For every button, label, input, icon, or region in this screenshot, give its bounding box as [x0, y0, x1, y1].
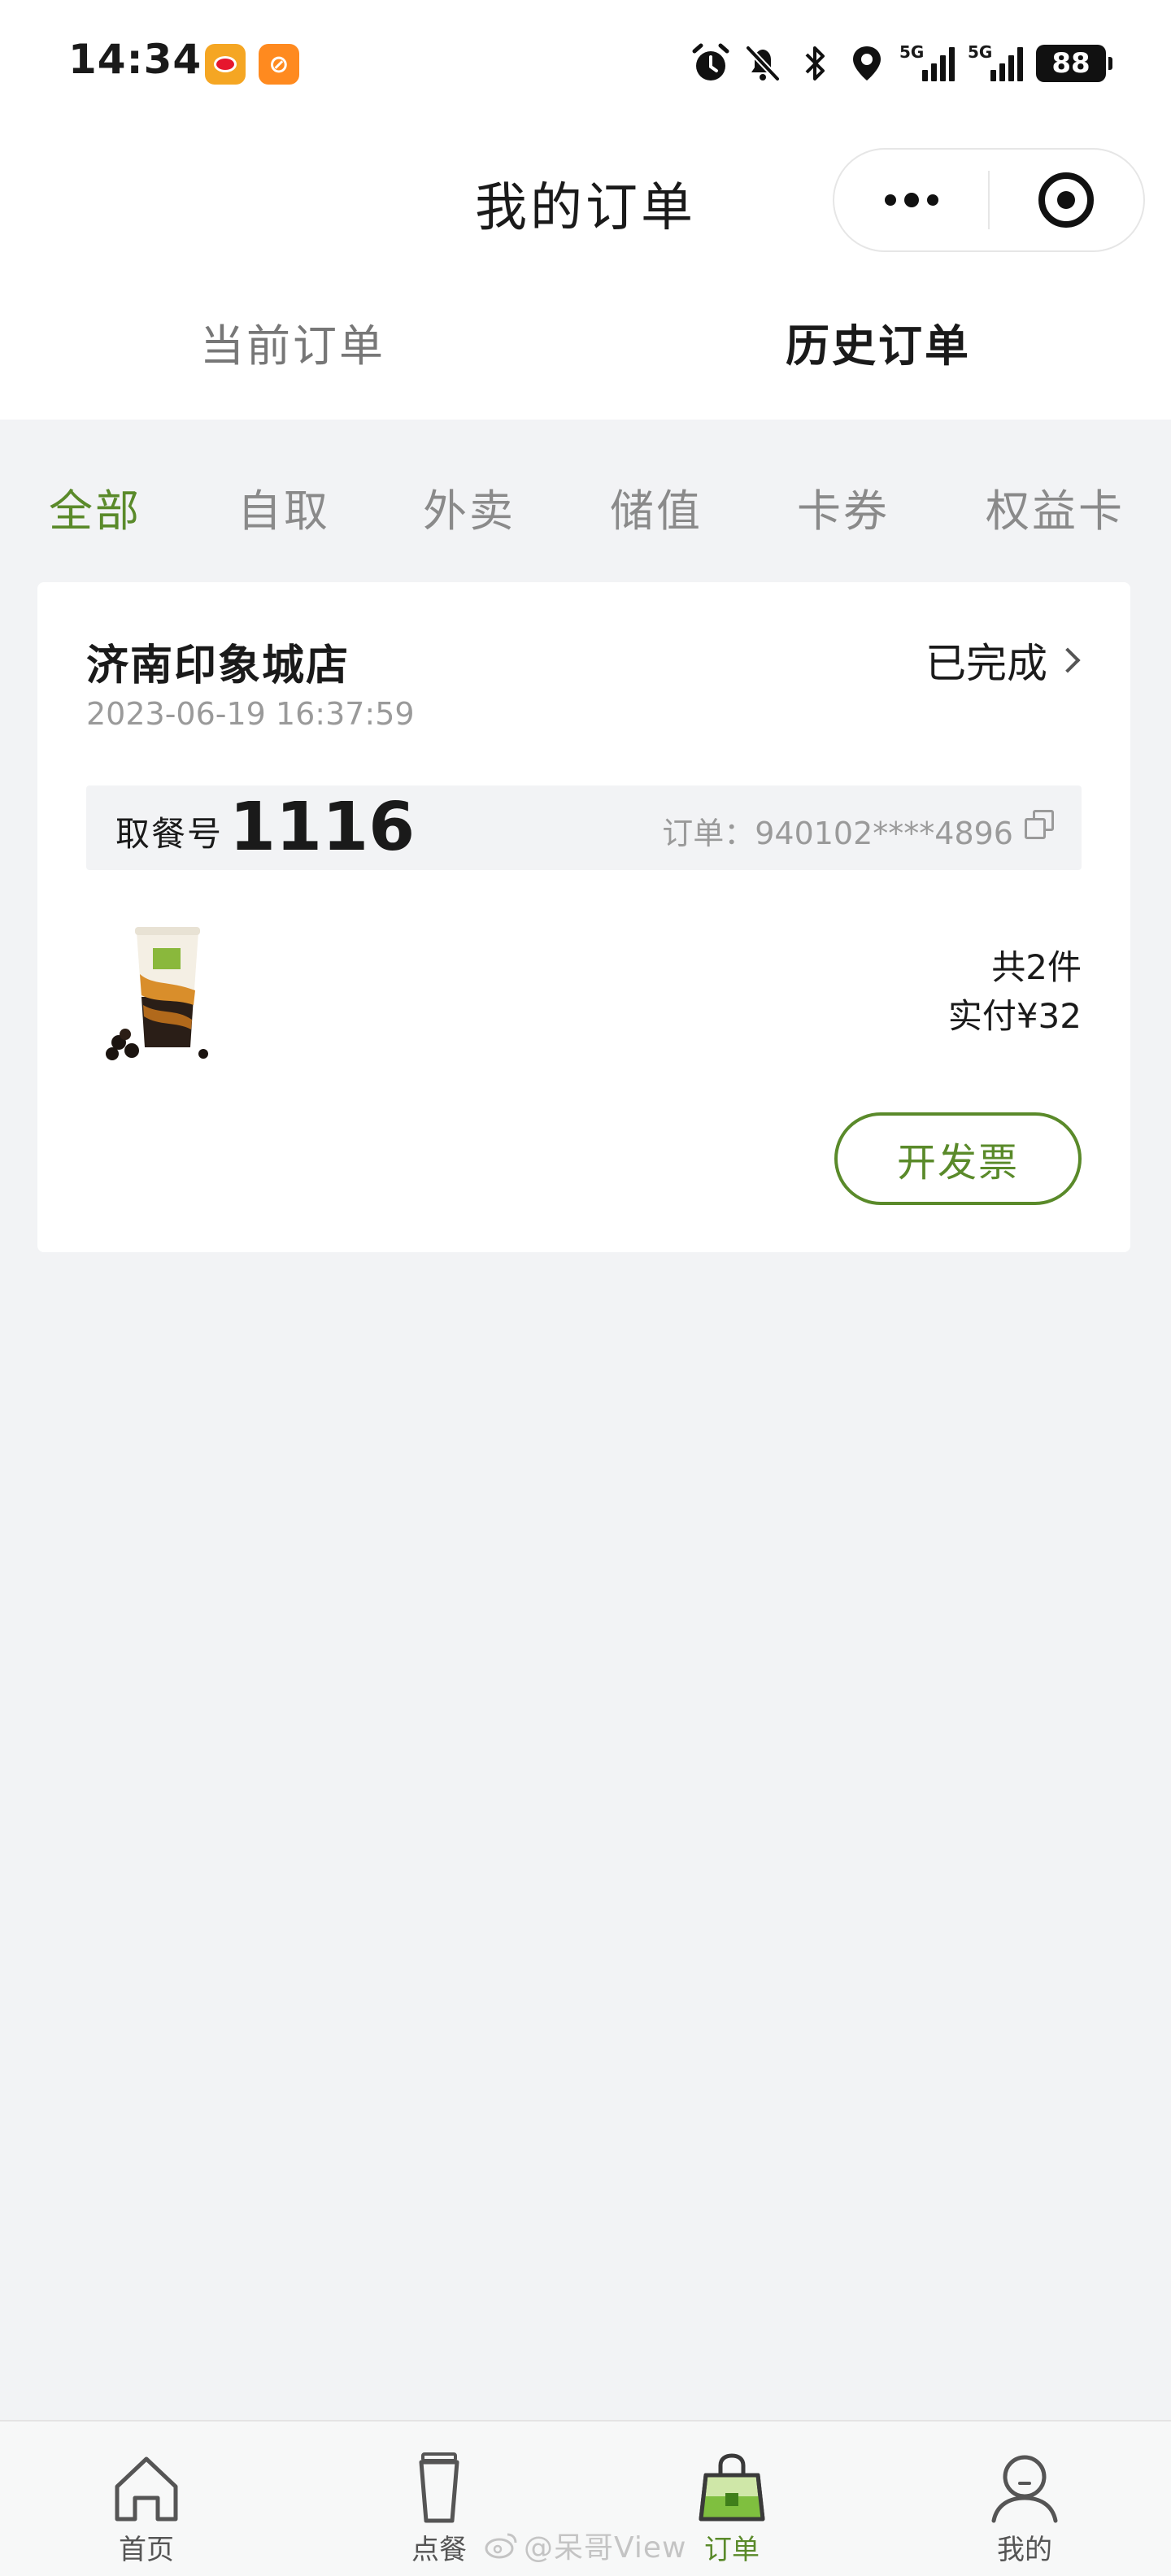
cup-icon: [400, 2451, 478, 2524]
notes-app-icon: ⊘: [259, 44, 299, 85]
chevron-right-icon: [1055, 647, 1081, 673]
tab-order-food-label: 点餐: [411, 2534, 467, 2566]
amount-paid: 实付¥32: [947, 996, 1082, 1036]
copy-icon[interactable]: [1025, 810, 1054, 839]
alarm-icon: [691, 42, 730, 85]
signal-strength-icon: 5G: [899, 42, 955, 81]
filter-coupons[interactable]: 卡券: [797, 475, 890, 539]
tab-history-orders[interactable]: 历史订单: [586, 276, 1171, 420]
watermark: @呆哥View: [485, 2524, 686, 2566]
nav-header: 我的订单: [0, 130, 1171, 276]
order-status-link[interactable]: 已完成: [925, 631, 1082, 690]
more-icon: [884, 193, 938, 207]
category-filters: 全部 自取 外卖 储值 卡券 权益卡: [0, 455, 1171, 546]
order-number: 订单：940102****4896: [662, 816, 1013, 851]
order-status: 已完成: [925, 640, 1047, 687]
order-time: 2023-06-19 16:37:59: [86, 696, 415, 732]
filter-all[interactable]: 全部: [49, 475, 141, 539]
status-time: 14:34: [68, 36, 202, 83]
order-card[interactable]: 济南印象城店 已完成 2023-06-19 16:37:59 取餐号 1116 …: [37, 582, 1130, 1252]
target-icon: [1038, 172, 1095, 228]
weibo-app-icon: [205, 44, 246, 85]
bag-icon: [693, 2451, 771, 2524]
pickup-info: 取餐号 1116 订单：940102****4896: [86, 785, 1082, 870]
tab-home-label: 首页: [119, 2534, 174, 2566]
network-type-label: 5G: [968, 42, 993, 62]
pickup-label: 取餐号: [115, 814, 224, 854]
status-indicators: 5G 5G 88: [691, 39, 1112, 88]
tab-profile-label: 我的: [997, 2534, 1052, 2566]
issue-invoice-button[interactable]: 开发票: [834, 1112, 1082, 1205]
filter-pickup[interactable]: 自取: [237, 475, 330, 539]
more-button[interactable]: [834, 150, 988, 250]
location-icon: [847, 42, 886, 85]
muted-bell-icon: [743, 42, 782, 85]
filter-stored-value[interactable]: 储值: [610, 475, 703, 539]
filter-membership-card[interactable]: 权益卡: [986, 475, 1125, 539]
person-icon: [986, 2451, 1064, 2524]
tab-orders-label: 订单: [704, 2534, 760, 2566]
milk-tea-product-image: [94, 924, 257, 1070]
status-bar: 14:34 ⊘ 5G 5G 88: [0, 0, 1171, 130]
network-type-label: 5G: [899, 42, 925, 62]
miniprogram-capsule: [833, 148, 1145, 252]
pickup-number: 1116: [229, 789, 416, 866]
filter-delivery[interactable]: 外卖: [423, 475, 516, 539]
watermark-text: @呆哥View: [524, 2531, 687, 2565]
bluetooth-icon: [795, 42, 834, 85]
tab-home[interactable]: 首页: [81, 2451, 211, 2567]
tab-current-orders[interactable]: 当前订单: [0, 276, 586, 420]
store-name: 济南印象城店: [86, 642, 350, 690]
weibo-watermark-icon: [485, 2533, 517, 2559]
battery-icon: 88: [1036, 45, 1112, 82]
home-icon: [107, 2451, 185, 2524]
close-miniprogram-button[interactable]: [990, 150, 1143, 250]
order-type-tabs: 当前订单 历史订单: [0, 276, 1171, 420]
signal-strength-icon: 5G: [968, 42, 1023, 81]
item-count: 共2件: [991, 947, 1082, 987]
tab-profile[interactable]: 我的: [960, 2451, 1090, 2567]
